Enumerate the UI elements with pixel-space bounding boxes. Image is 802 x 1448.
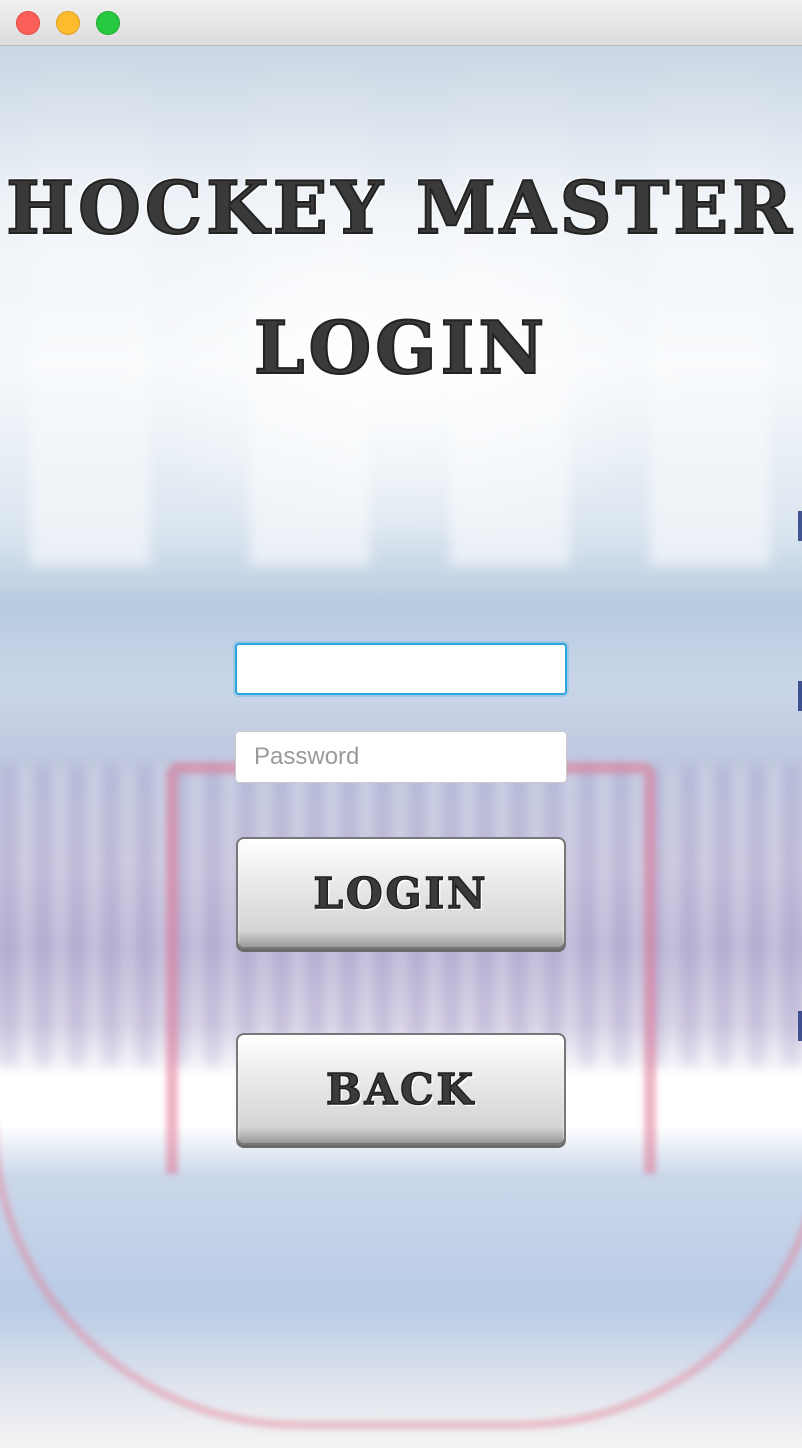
password-input[interactable] bbox=[235, 731, 567, 783]
rink-crease-line bbox=[0, 1121, 802, 1429]
back-button-label: BACK bbox=[325, 1064, 477, 1115]
login-button[interactable]: LOGIN bbox=[236, 837, 566, 949]
minimize-window-button[interactable] bbox=[56, 11, 80, 35]
username-input[interactable] bbox=[235, 643, 567, 695]
login-button-label: LOGIN bbox=[313, 868, 489, 919]
edge-marker bbox=[798, 681, 802, 711]
window-titlebar[interactable] bbox=[0, 0, 802, 46]
close-window-button[interactable] bbox=[16, 11, 40, 35]
maximize-window-button[interactable] bbox=[96, 11, 120, 35]
app-title: HOCKEY MASTER bbox=[5, 164, 796, 251]
edge-marker bbox=[798, 1011, 802, 1041]
page-title: LOGIN bbox=[253, 304, 549, 391]
app-window: HOCKEY MASTER LOGIN LOGIN BACK bbox=[0, 0, 802, 1448]
edge-marker bbox=[798, 511, 802, 541]
back-button[interactable]: BACK bbox=[236, 1033, 566, 1145]
